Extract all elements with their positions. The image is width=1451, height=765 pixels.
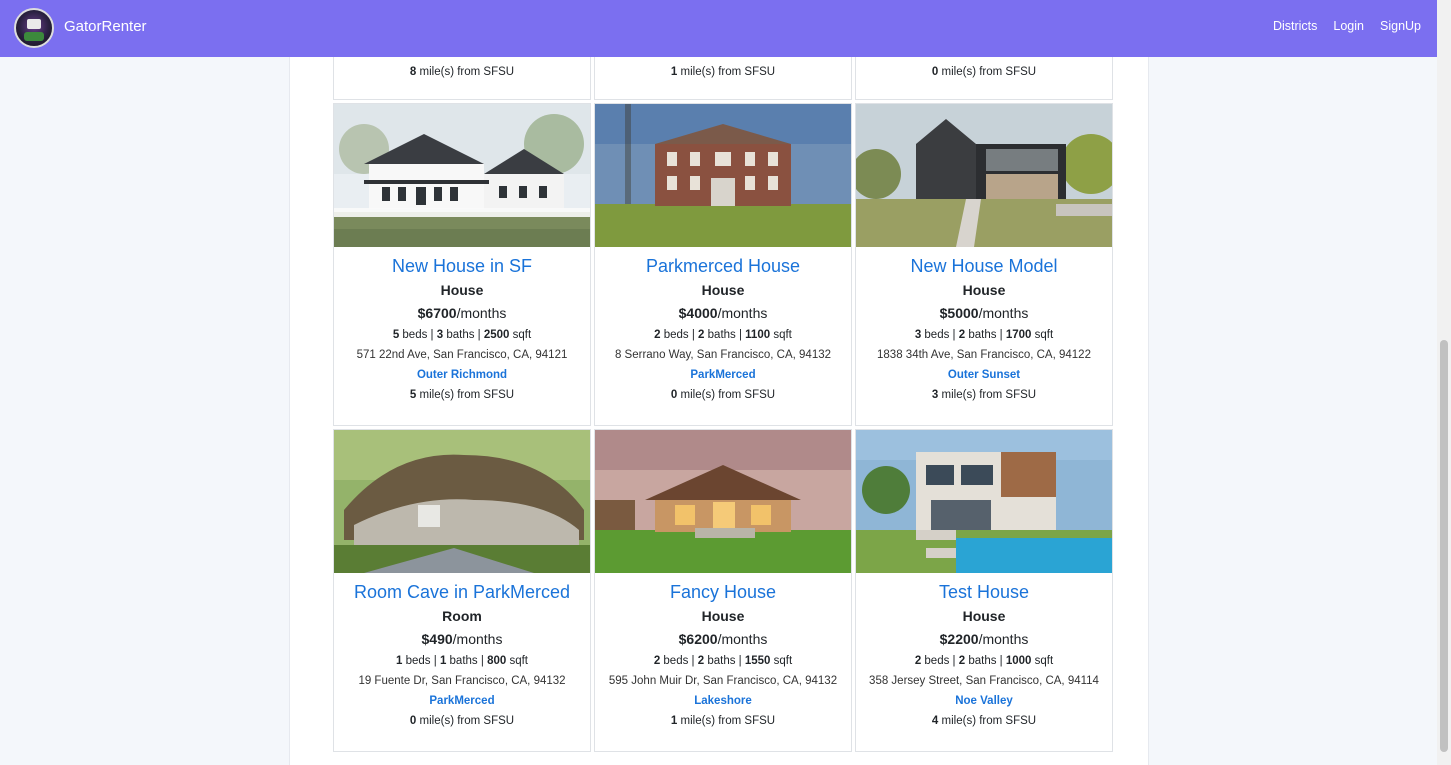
brand-logo[interactable] [14, 8, 54, 48]
listing-price: $5000/months [939, 305, 1029, 321]
distance-text: 1 mile(s) from SFSU [670, 66, 776, 78]
listing-title[interactable]: Fancy House [595, 582, 851, 602]
nav-link-login[interactable]: Login [1333, 19, 1364, 33]
listing-title[interactable]: New House in SF [334, 256, 590, 276]
listing-type: Room [442, 608, 482, 624]
listing-district-link[interactable]: ParkMerced [334, 694, 590, 708]
distance-text: 0 mile(s) from SFSU [409, 715, 515, 727]
listing-address: 8 Serrano Way, San Francisco, CA, 94132 [614, 349, 832, 361]
listing-district-link[interactable]: ParkMerced [595, 368, 851, 382]
brand-name[interactable]: GatorRenter [64, 18, 147, 35]
listing-district-link[interactable]: Outer Richmond [334, 368, 590, 382]
listing-specs: 2 beds | 2 baths | 1000 sqft [914, 655, 1054, 667]
listings-container: 8 mile(s) from SFSU 1 mile(s) from SFSU … [289, 0, 1149, 765]
page-scrollbar[interactable] [1437, 0, 1451, 765]
distance-text: 3 mile(s) from SFSU [931, 389, 1037, 401]
listing-specs: 5 beds | 3 baths | 2500 sqft [392, 329, 532, 341]
distance-text: 1 mile(s) from SFSU [670, 715, 776, 727]
listing-specs: 3 beds | 2 baths | 1700 sqft [914, 329, 1054, 341]
listing-photo[interactable] [856, 104, 1112, 247]
listing-type: House [962, 282, 1006, 298]
nav-link-signup[interactable]: SignUp [1380, 19, 1421, 33]
nav-links: Districts Login SignUp [1257, 19, 1421, 33]
distance-text: 0 mile(s) from SFSU [670, 389, 776, 401]
listing-price: $4000/months [678, 305, 768, 321]
listing-title[interactable]: Test House [856, 582, 1112, 602]
listing-district-link[interactable]: Outer Sunset [856, 368, 1112, 382]
distance-text: 5 mile(s) from SFSU [409, 389, 515, 401]
listing-district-link[interactable]: Noe Valley [856, 694, 1112, 708]
listing-specs: 2 beds | 2 baths | 1100 sqft [654, 329, 792, 341]
listing-price: $490/months [421, 631, 503, 647]
listings-grid: 8 mile(s) from SFSU 1 mile(s) from SFSU … [333, 0, 1113, 752]
listing-address: 358 Jersey Street, San Francisco, CA, 94… [869, 675, 1099, 687]
listing-type: House [701, 608, 745, 624]
navbar: GatorRenter Districts Login SignUp [0, 0, 1437, 57]
listing-address: 1838 34th Ave, San Francisco, CA, 94122 [877, 349, 1091, 361]
distance-text: 4 mile(s) from SFSU [931, 715, 1037, 727]
listing-card[interactable]: New House Model House $5000/months 3 bed… [855, 103, 1113, 426]
listing-type: House [701, 282, 745, 298]
listing-specs: 1 beds | 1 baths | 800 sqft [396, 655, 528, 667]
listing-card[interactable]: Parkmerced House House $4000/months 2 be… [594, 103, 852, 426]
listing-photo[interactable] [334, 104, 590, 247]
scrollbar-thumb[interactable] [1440, 340, 1448, 752]
listing-card[interactable]: Room Cave in ParkMerced Room $490/months… [333, 429, 591, 752]
distance-text: 0 mile(s) from SFSU [931, 66, 1037, 78]
nav-link-districts[interactable]: Districts [1273, 19, 1317, 33]
listing-photo[interactable] [334, 430, 590, 573]
listing-card[interactable]: New House in SF House $6700/months 5 bed… [333, 103, 591, 426]
listing-type: House [962, 608, 1006, 624]
listing-photo[interactable] [856, 430, 1112, 573]
listing-price: $6700/months [417, 305, 507, 321]
listing-address: 571 22nd Ave, San Francisco, CA, 94121 [356, 349, 568, 361]
listing-title[interactable]: Parkmerced House [595, 256, 851, 276]
listing-card[interactable]: Test House House $2200/months 2 beds | 2… [855, 429, 1113, 752]
listing-address: 595 John Muir Dr, San Francisco, CA, 941… [608, 675, 838, 687]
listing-photo[interactable] [595, 104, 851, 247]
listing-type: House [440, 282, 484, 298]
listing-district-link[interactable]: Lakeshore [595, 694, 851, 708]
listing-address: 19 Fuente Dr, San Francisco, CA, 94132 [358, 675, 566, 687]
listing-price: $6200/months [678, 631, 768, 647]
listing-card[interactable]: Fancy House House $6200/months 2 beds | … [594, 429, 852, 752]
listing-price: $2200/months [939, 631, 1029, 647]
listing-photo[interactable] [595, 430, 851, 573]
listing-specs: 2 beds | 2 baths | 1550 sqft [653, 655, 793, 667]
listing-title[interactable]: New House Model [856, 256, 1112, 276]
distance-text: 8 mile(s) from SFSU [409, 66, 515, 78]
listing-title[interactable]: Room Cave in ParkMerced [334, 582, 590, 602]
